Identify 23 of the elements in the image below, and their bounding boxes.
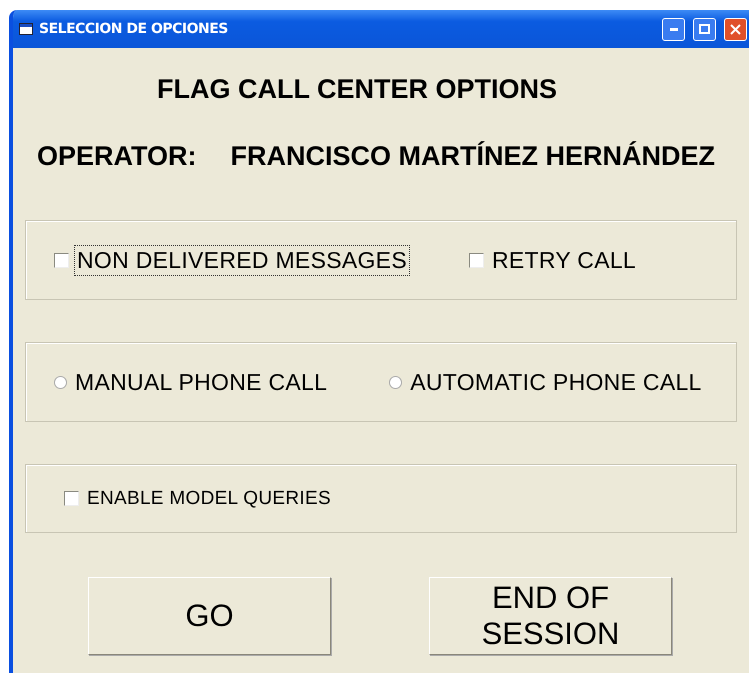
checkbox[interactable] (64, 491, 79, 506)
checkbox-option[interactable]: RETRY CALL (468, 246, 638, 274)
minimize-button[interactable] (662, 18, 685, 40)
maximize-icon (699, 24, 710, 34)
checkbox-option[interactable]: ENABLE MODEL QUERIES (64, 486, 333, 510)
radio-option[interactable]: MANUAL PHONE CALL (54, 368, 330, 396)
operator-label: OPERATOR: (37, 140, 197, 172)
radio-option[interactable]: AUTOMATIC PHONE CALL (389, 368, 704, 396)
close-icon (730, 24, 741, 34)
window-title: SELECCION DE OPCIONES (39, 21, 229, 37)
minimize-icon (670, 28, 678, 30)
checkbox[interactable] (54, 252, 69, 268)
checkbox[interactable] (468, 252, 484, 268)
radio-button[interactable] (54, 376, 67, 388)
radio-button[interactable] (389, 376, 402, 388)
checkbox-option[interactable]: NON DELIVERED MESSAGES (54, 246, 409, 274)
close-button[interactable] (724, 18, 747, 40)
heading: FLAG CALL CENTER OPTIONS (157, 74, 558, 104)
end-session-button[interactable]: END OF SESSION (429, 577, 672, 655)
operator-name: FRANCISCO MARTÍNEZ HERNÁNDEZ (230, 140, 715, 172)
maximize-button[interactable] (693, 18, 716, 40)
go-button[interactable]: GO (88, 577, 331, 655)
window-icon (19, 23, 33, 35)
